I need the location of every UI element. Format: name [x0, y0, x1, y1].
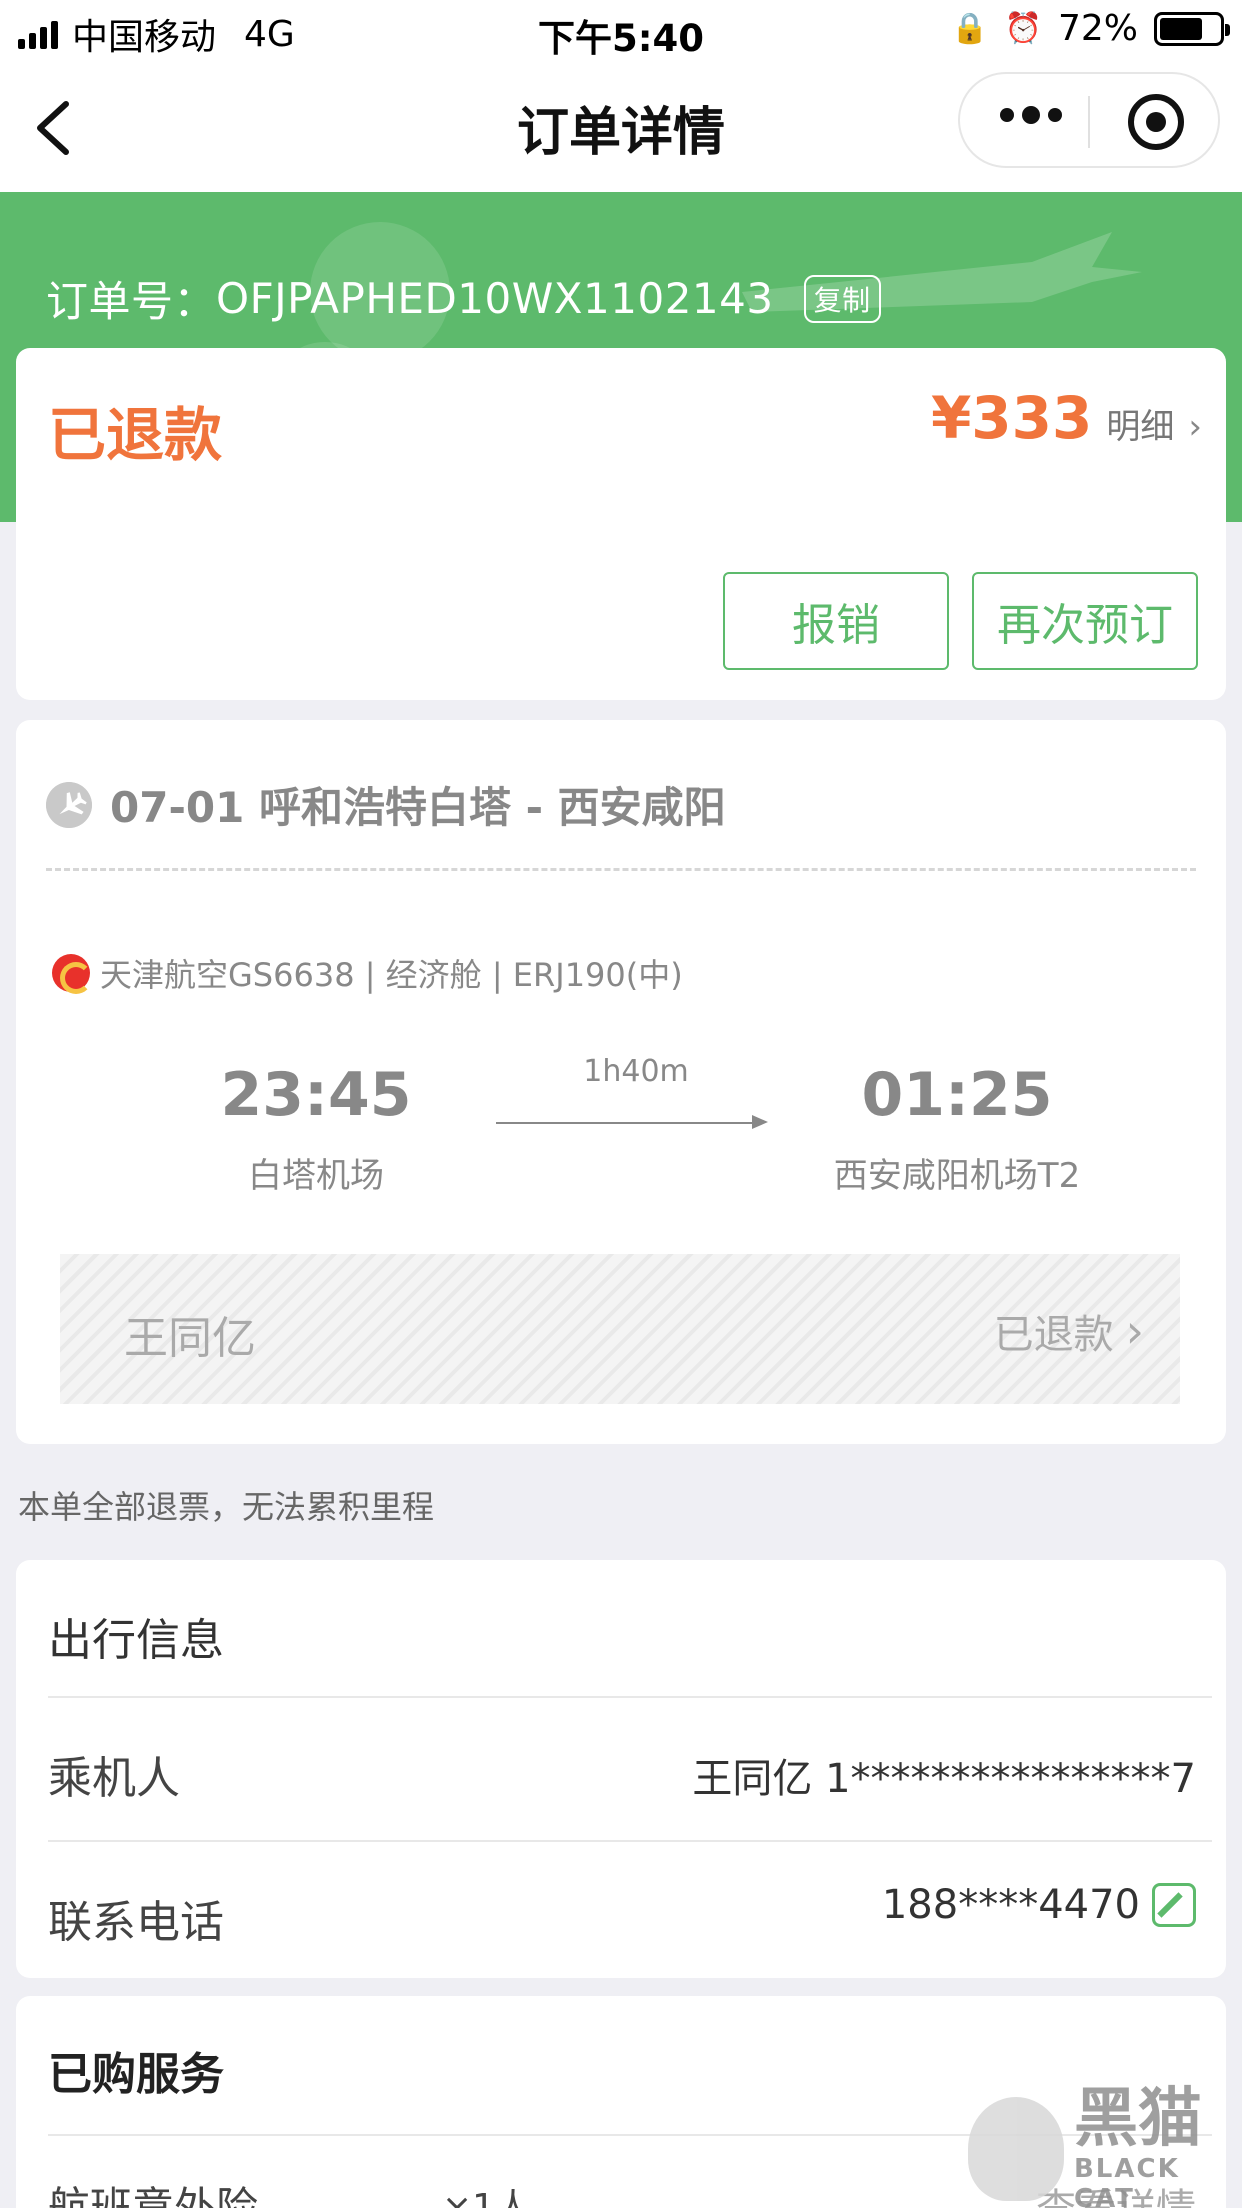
- passenger-ticket-row[interactable]: 王同亿 已退款 ›: [60, 1254, 1180, 1404]
- battery-icon: [1154, 11, 1230, 46]
- capsule-divider: [1088, 96, 1090, 148]
- phone-number: 188****4470: [881, 1882, 1140, 1928]
- status-right: 🔒 ⏰ 72%: [951, 8, 1230, 49]
- arrival-airport: 西安咸阳机场T2: [833, 1156, 1081, 1196]
- price-detail-link[interactable]: ¥333 明细 ›: [931, 384, 1202, 452]
- order-status: 已退款: [48, 401, 223, 469]
- insurance-count: ×1人: [442, 2187, 532, 2208]
- flight-route: 07-01 呼和浩特白塔 - 西安咸阳: [110, 783, 726, 832]
- mileage-note: 本单全部退票，无法累积里程: [18, 1488, 435, 1526]
- price-detail-label: 明细: [1106, 407, 1175, 447]
- mini-program-capsule: [958, 72, 1220, 168]
- chevron-right-icon: ›: [1188, 407, 1202, 447]
- row-divider: [48, 1696, 1212, 1698]
- cat-logo-icon: [968, 2097, 1064, 2201]
- order-number: OFJPAPHED10WX1102143: [216, 274, 774, 323]
- duration-arrow-line: [496, 1122, 762, 1124]
- passenger-status: 已退款 ›: [994, 1302, 1144, 1360]
- arrival-time: 01:25: [861, 1060, 1053, 1130]
- rotation-lock-icon: 🔒: [951, 11, 989, 46]
- passenger-name: 王同亿: [124, 1313, 256, 1364]
- flight-duration: 1h40m: [583, 1054, 689, 1089]
- departure-airport: 白塔机场: [248, 1156, 384, 1196]
- arrow-right-icon: [752, 1115, 768, 1129]
- insurance-name: 航班意外险: [48, 2183, 259, 2208]
- order-number-label: 订单号：: [46, 277, 217, 326]
- alarm-icon: ⏰: [1004, 11, 1042, 46]
- more-icon[interactable]: [1000, 106, 1062, 124]
- airline-info-row: 天津航空GS6638 | 经济舱 | ERJ190(中): [52, 950, 683, 996]
- edit-icon[interactable]: [1152, 1883, 1196, 1927]
- copy-button[interactable]: 复制: [803, 274, 881, 323]
- order-summary-card: 已退款 ¥333 明细 › 报销 再次预订: [16, 348, 1226, 700]
- travel-info-card: 出行信息 乘机人 王同亿 1****************7 联系电话 188…: [16, 1560, 1226, 1978]
- close-target-icon[interactable]: [1128, 94, 1184, 150]
- dashed-divider: [46, 868, 1196, 871]
- row-divider: [48, 1840, 1212, 1842]
- route-header: 07-01 呼和浩特白塔 - 西安咸阳: [46, 774, 726, 835]
- phone-label: 联系电话: [48, 1897, 224, 1948]
- chevron-right-icon: ›: [1125, 1304, 1144, 1358]
- passenger-value: 王同亿 1****************7: [692, 1746, 1196, 1804]
- flight-card: 07-01 呼和浩特白塔 - 西安咸阳 天津航空GS6638 | 经济舱 | E…: [16, 720, 1226, 1444]
- airplane-icon: [46, 781, 92, 828]
- travel-info-title: 出行信息: [48, 1615, 224, 1666]
- watermark-cn: 黑猫: [1073, 2082, 1202, 2156]
- passenger-id: 王同亿 1****************7: [692, 1756, 1196, 1802]
- airline-logo-icon: [52, 954, 92, 994]
- departure-time: 23:45: [220, 1060, 412, 1130]
- services-title: 已购服务: [48, 2049, 224, 2100]
- order-price: ¥333: [930, 384, 1093, 452]
- reimburse-button[interactable]: 报销: [723, 572, 949, 670]
- watermark-en: BLACK CAT: [1073, 2154, 1180, 2208]
- passenger-status-label: 已退款: [993, 1312, 1114, 1358]
- airline-info: 天津航空GS6638 | 经济舱 | ERJ190(中): [100, 956, 683, 994]
- order-number-row: 订单号： OFJPAPHED10WX1102143 复制: [46, 268, 881, 329]
- phone-value-row: 188****4470: [882, 1882, 1196, 1928]
- battery-percent: 72%: [1057, 8, 1138, 49]
- passenger-label: 乘机人: [48, 1753, 180, 1804]
- rebook-button[interactable]: 再次预订: [972, 572, 1198, 670]
- nav-bar: 订单详情: [0, 62, 1242, 192]
- blackcat-watermark: 黑猫 BLACK CAT: [968, 2084, 1238, 2208]
- status-bar: 中国移动 4G 下午5:40 🔒 ⏰ 72%: [0, 0, 1242, 62]
